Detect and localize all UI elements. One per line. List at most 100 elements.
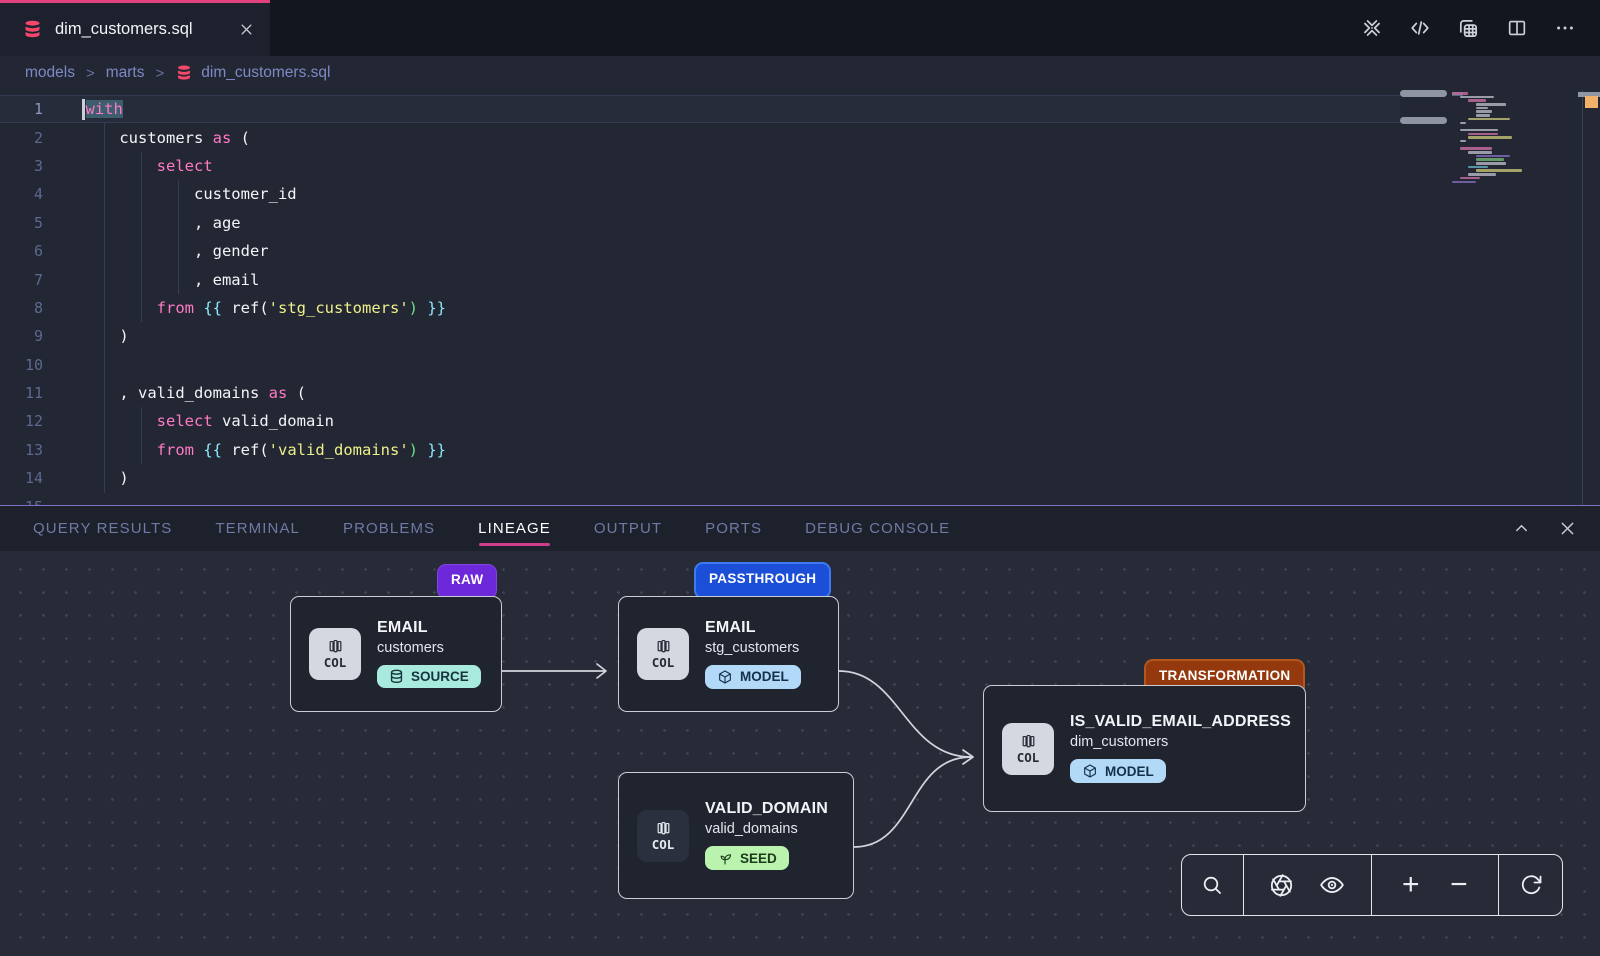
- code-line[interactable]: 2 customers as (: [0, 123, 1400, 151]
- lineage-node-valid-domains[interactable]: COL VALID_DOMAIN valid_domains SEED: [618, 772, 854, 899]
- code-icon[interactable]: [1409, 17, 1431, 39]
- code-line[interactable]: 12 select valid_domain: [0, 407, 1400, 435]
- line-number: 13: [0, 441, 64, 459]
- scrollbar[interactable]: [1582, 90, 1600, 505]
- lineage-node-customers[interactable]: COL EMAIL customers SOURCE: [290, 596, 502, 712]
- tab-lineage[interactable]: LINEAGE: [478, 506, 551, 551]
- minimap-line: [1476, 114, 1490, 117]
- code-text: ): [64, 469, 129, 487]
- tab-terminal[interactable]: TERMINAL: [215, 506, 300, 551]
- code-line[interactable]: 5 , age: [0, 209, 1400, 237]
- indent-guide: [141, 152, 142, 322]
- text-cursor: [82, 99, 85, 120]
- code-line[interactable]: 15: [0, 492, 1400, 505]
- line-number: 8: [0, 299, 64, 317]
- breadcrumb-models[interactable]: models: [25, 64, 75, 82]
- code-line[interactable]: 4 customer_id: [0, 180, 1400, 208]
- tab-bar: dim_customers.sql: [0, 0, 1600, 56]
- line-number: 3: [0, 157, 64, 175]
- indent-guide: [104, 123, 105, 493]
- line-number: 6: [0, 242, 64, 260]
- code-line[interactable]: 1with: [0, 95, 1400, 123]
- minimap-decoration: [1400, 117, 1447, 124]
- code-text: from {{ ref('valid_domains') }}: [64, 441, 446, 459]
- panel-actions: [1512, 519, 1600, 538]
- copy-table-icon[interactable]: [1457, 17, 1480, 40]
- minimap-code: [1452, 92, 1548, 184]
- plus-icon[interactable]: +: [1402, 870, 1420, 900]
- cube-icon: [1082, 763, 1098, 779]
- aperture-icon[interactable]: [1269, 873, 1294, 898]
- tab-problems[interactable]: PROBLEMS: [343, 506, 435, 551]
- breadcrumb: models > marts > dim_customers.sql: [0, 56, 1600, 90]
- code-line[interactable]: 6 , gender: [0, 237, 1400, 265]
- lineage-node-dim-customers[interactable]: COL IS_VALID_EMAIL_ADDRESS dim_customers…: [983, 685, 1306, 812]
- minimap-line: [1476, 169, 1522, 172]
- minimap-line: [1460, 177, 1480, 180]
- close-icon[interactable]: [1558, 519, 1577, 538]
- dbt-pinwheel-icon[interactable]: [1361, 17, 1383, 39]
- database-icon: [175, 64, 193, 82]
- code-line[interactable]: 13 from {{ ref('valid_domains') }}: [0, 436, 1400, 464]
- minimap-line: [1476, 162, 1506, 165]
- tag-raw: RAW: [437, 564, 497, 599]
- node-subtitle: stg_customers: [705, 640, 801, 656]
- code-text: , valid_domains as (: [64, 384, 306, 402]
- tab-ports[interactable]: PORTS: [705, 506, 762, 551]
- node-subtitle: dim_customers: [1070, 734, 1291, 750]
- lineage-node-stg-customers[interactable]: COL EMAIL stg_customers MODEL: [618, 596, 839, 712]
- code-editor[interactable]: 1with2 customers as (3 select4 customer_…: [0, 90, 1600, 505]
- node-type-badge: SOURCE: [377, 665, 481, 688]
- search-icon[interactable]: [1200, 873, 1224, 897]
- code-line[interactable]: 10: [0, 351, 1400, 379]
- line-number: 10: [0, 356, 64, 374]
- more-icon[interactable]: [1554, 17, 1576, 39]
- breadcrumb-marts[interactable]: marts: [106, 64, 145, 82]
- minimap[interactable]: [1400, 90, 1582, 505]
- column-lineage-icon: COL: [309, 628, 361, 680]
- code-text: , gender: [64, 242, 269, 260]
- minimap-line: [1452, 181, 1476, 184]
- tab-output[interactable]: OUTPUT: [594, 506, 662, 551]
- tab-query-results[interactable]: QUERY RESULTS: [33, 506, 172, 551]
- minimap-line: [1460, 147, 1492, 150]
- code-line[interactable]: 9 ): [0, 322, 1400, 350]
- tab-close-icon[interactable]: [239, 22, 254, 37]
- indent-guide: [141, 407, 142, 464]
- refresh-icon[interactable]: [1519, 873, 1543, 897]
- minimap-line: [1452, 92, 1468, 95]
- code-line[interactable]: 11 , valid_domains as (: [0, 379, 1400, 407]
- code-text: from {{ ref('stg_customers') }}: [64, 299, 446, 317]
- code-line[interactable]: 14 ): [0, 464, 1400, 492]
- line-number: 1: [0, 100, 64, 118]
- line-number: 11: [0, 384, 64, 402]
- tag-passthrough: PASSTHROUGH: [694, 562, 831, 599]
- minimap-line: [1460, 122, 1466, 125]
- code-text: , age: [64, 214, 241, 232]
- node-title: VALID_DOMAIN: [705, 800, 828, 818]
- eye-icon[interactable]: [1319, 872, 1345, 898]
- breadcrumb-file[interactable]: dim_customers.sql: [175, 64, 330, 82]
- code-text: select: [64, 157, 213, 175]
- code-line[interactable]: 3 select: [0, 152, 1400, 180]
- minus-icon[interactable]: −: [1450, 870, 1468, 900]
- line-number: 2: [0, 129, 64, 147]
- minimap-line: [1468, 133, 1498, 136]
- code-line[interactable]: 8 from {{ ref('stg_customers') }}: [0, 294, 1400, 322]
- code-text: , email: [64, 271, 259, 289]
- indent-guide: [178, 180, 179, 294]
- lineage-canvas[interactable]: RAW PASSTHROUGH TRANSFORMATION COL EMAIL…: [0, 551, 1600, 956]
- code-text: ): [64, 327, 129, 345]
- column-lineage-icon: COL: [637, 628, 689, 680]
- lineage-toolbar: + −: [1181, 854, 1563, 916]
- cube-icon: [717, 669, 733, 685]
- tab-debug-console[interactable]: DEBUG CONSOLE: [805, 506, 950, 551]
- tab-dim-customers-sql[interactable]: dim_customers.sql: [0, 0, 270, 56]
- overview-warning-marker: [1585, 96, 1598, 108]
- line-number: 7: [0, 271, 64, 289]
- column-lineage-icon: COL: [1002, 723, 1054, 775]
- minimap-line: [1460, 129, 1498, 132]
- chevron-up-icon[interactable]: [1512, 519, 1531, 538]
- split-editor-icon[interactable]: [1506, 17, 1528, 39]
- code-line[interactable]: 7 , email: [0, 265, 1400, 293]
